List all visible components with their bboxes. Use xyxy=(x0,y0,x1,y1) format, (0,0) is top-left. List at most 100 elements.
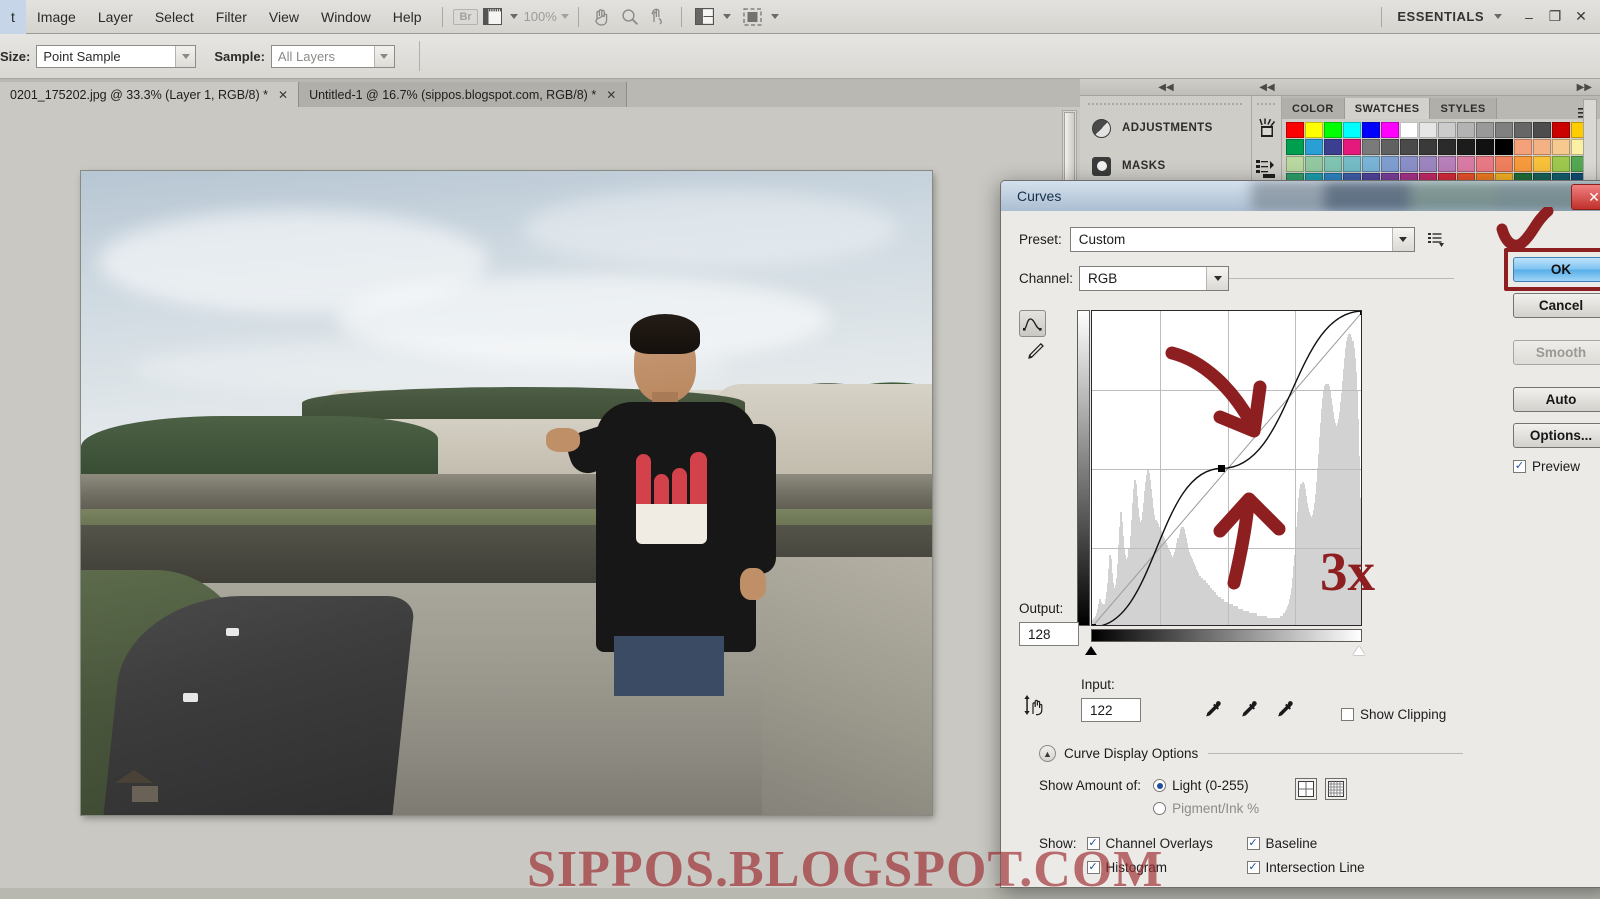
workspace-caret-icon[interactable] xyxy=(1494,14,1502,19)
menu-item-window[interactable]: Window xyxy=(310,0,382,34)
tenth-grid-icon[interactable] xyxy=(1325,778,1347,800)
menu-item-t[interactable]: t xyxy=(0,0,26,34)
checkbox-intersection-line[interactable]: Intersection Line xyxy=(1247,860,1365,875)
color-swatch[interactable] xyxy=(1362,139,1380,155)
cancel-button[interactable]: Cancel xyxy=(1513,293,1600,318)
close-icon[interactable]: ✕ xyxy=(278,88,288,102)
amount-option-pigment[interactable]: Pigment/Ink % xyxy=(1153,801,1259,816)
target-adjustment-icon[interactable] xyxy=(1019,688,1053,722)
document-tab-1[interactable]: Untitled-1 @ 16.7% (sippos.blogspot.com,… xyxy=(299,82,627,107)
menu-item-layer[interactable]: Layer xyxy=(87,0,144,34)
color-swatch[interactable] xyxy=(1362,156,1380,172)
color-swatch[interactable] xyxy=(1476,156,1494,172)
preset-menu-icon[interactable] xyxy=(1427,230,1447,250)
color-swatch[interactable] xyxy=(1438,139,1456,155)
panel-item-adjustments[interactable]: ADJUSTMENTS xyxy=(1080,109,1251,147)
color-swatch[interactable] xyxy=(1552,156,1570,172)
color-swatch[interactable] xyxy=(1343,156,1361,172)
options-button[interactable]: Options... xyxy=(1513,423,1600,448)
color-swatch[interactable] xyxy=(1457,139,1475,155)
panel-grip[interactable] xyxy=(1257,100,1276,109)
tab-swatches[interactable]: SWATCHES xyxy=(1345,98,1431,119)
color-swatch[interactable] xyxy=(1438,122,1456,138)
checkbox-box[interactable] xyxy=(1247,837,1260,850)
screen-mode-caret-icon[interactable] xyxy=(510,14,518,19)
menu-item-filter[interactable]: Filter xyxy=(205,0,258,34)
ok-button[interactable]: OK xyxy=(1513,257,1600,282)
channel-dropdown[interactable]: RGB xyxy=(1079,266,1229,291)
rotate-view-tool-button[interactable] xyxy=(644,5,672,29)
screen-mode-toggle-button[interactable] xyxy=(739,5,767,29)
preset-dropdown[interactable]: Custom xyxy=(1070,227,1415,252)
color-swatch[interactable] xyxy=(1305,122,1323,138)
radio-pigment[interactable] xyxy=(1153,802,1166,815)
color-swatch[interactable] xyxy=(1400,139,1418,155)
screen-mode-toggle-caret-icon[interactable] xyxy=(771,14,779,19)
zoom-tool-button[interactable] xyxy=(616,5,644,29)
color-swatch[interactable] xyxy=(1286,122,1304,138)
color-swatch[interactable] xyxy=(1419,156,1437,172)
color-swatch[interactable] xyxy=(1305,156,1323,172)
color-swatch[interactable] xyxy=(1533,122,1551,138)
gray-point-eyedropper[interactable] xyxy=(1235,698,1263,722)
color-swatch[interactable] xyxy=(1419,139,1437,155)
color-swatch[interactable] xyxy=(1457,156,1475,172)
color-swatch[interactable] xyxy=(1552,139,1570,155)
color-swatch[interactable] xyxy=(1495,122,1513,138)
radio-light[interactable] xyxy=(1153,779,1166,792)
window-minimize-button[interactable]: – xyxy=(1516,2,1542,32)
checkbox-histogram[interactable]: Histogram xyxy=(1087,860,1247,875)
brushes-panel-button[interactable] xyxy=(1252,109,1281,149)
color-swatch[interactable] xyxy=(1381,139,1399,155)
curve-control-point[interactable] xyxy=(1091,624,1096,627)
hand-tool-button[interactable] xyxy=(588,5,616,29)
tab-styles[interactable]: STYLES xyxy=(1430,98,1496,119)
canvas-area[interactable]: SIPPOS.BLOGSPOT.COM xyxy=(0,107,1080,888)
color-swatch[interactable] xyxy=(1495,139,1513,155)
show-clipping-checkbox[interactable] xyxy=(1341,708,1354,721)
checkbox-channel-overlays[interactable]: Channel Overlays xyxy=(1087,836,1247,851)
curve-control-point[interactable] xyxy=(1360,310,1363,315)
sample-size-dropdown[interactable]: Point Sample xyxy=(36,45,196,68)
output-input[interactable]: 128 xyxy=(1019,622,1079,646)
chevron-down-icon[interactable] xyxy=(175,46,195,67)
color-swatch[interactable] xyxy=(1343,139,1361,155)
checkbox-box[interactable] xyxy=(1087,837,1100,850)
color-swatch[interactable] xyxy=(1381,156,1399,172)
chevron-down-icon[interactable] xyxy=(1206,267,1228,290)
color-swatch[interactable] xyxy=(1343,122,1361,138)
color-swatch[interactable] xyxy=(1438,156,1456,172)
color-swatch[interactable] xyxy=(1324,122,1342,138)
chevron-down-icon[interactable] xyxy=(1392,228,1414,251)
color-swatch[interactable] xyxy=(1476,139,1494,155)
color-swatch[interactable] xyxy=(1495,156,1513,172)
auto-button[interactable]: Auto xyxy=(1513,387,1600,412)
color-swatch[interactable] xyxy=(1324,139,1342,155)
window-restore-button[interactable]: ❐ xyxy=(1542,2,1568,32)
white-point-slider[interactable] xyxy=(1353,646,1365,655)
smooth-button[interactable]: Smooth xyxy=(1513,340,1600,365)
checkbox-box[interactable] xyxy=(1087,861,1100,874)
color-swatch[interactable] xyxy=(1286,139,1304,155)
pencil-draw-icon[interactable] xyxy=(1022,337,1049,364)
chevron-up-icon[interactable]: ▲ xyxy=(1039,745,1056,762)
curve-display-options-header[interactable]: ▲ Curve Display Options xyxy=(1039,745,1463,762)
document-tab-0[interactable]: 0201_175202.jpg @ 33.3% (Layer 1, RGB/8)… xyxy=(0,82,299,107)
window-close-button[interactable]: ✕ xyxy=(1568,2,1594,32)
collapse-panels-button-1[interactable]: ◀◀ xyxy=(1080,79,1252,96)
color-swatch[interactable] xyxy=(1381,122,1399,138)
color-swatch[interactable] xyxy=(1552,122,1570,138)
checkbox-box[interactable] xyxy=(1247,861,1260,874)
amount-option-light[interactable]: Light (0-255) xyxy=(1153,778,1259,793)
chevron-down-icon[interactable] xyxy=(374,46,394,67)
color-swatch[interactable] xyxy=(1400,122,1418,138)
menu-item-help[interactable]: Help xyxy=(382,0,433,34)
color-swatch[interactable] xyxy=(1514,122,1532,138)
bridge-button[interactable]: Br xyxy=(452,5,480,29)
color-swatch[interactable] xyxy=(1400,156,1418,172)
color-swatch[interactable] xyxy=(1514,156,1532,172)
panel-grip[interactable] xyxy=(1088,100,1243,109)
color-swatch[interactable] xyxy=(1362,122,1380,138)
collapse-panels-button-2[interactable]: ◀◀ xyxy=(1252,79,1282,96)
curve-edit-icon[interactable] xyxy=(1019,310,1046,337)
